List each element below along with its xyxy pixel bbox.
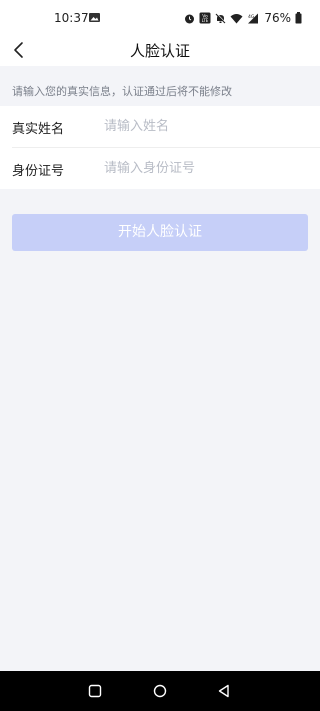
identity-form: 真实姓名 身份证号 (0, 106, 320, 189)
name-label: 真实姓名 (12, 122, 65, 137)
id-number-row: 身份证号 (0, 148, 320, 189)
square-icon[interactable] (87, 683, 103, 699)
circle-icon[interactable] (152, 683, 168, 699)
info-hint: 请输入您的真实信息，认证通过后将不能修改 (12, 85, 232, 98)
battery-percentage: 76% (264, 11, 291, 25)
battery-icon (295, 12, 302, 24)
status-icons: Vo LTE 4G 76% (184, 11, 302, 25)
system-nav-bar (0, 671, 320, 711)
signal-icon: 4G (248, 13, 259, 23)
triangle-back-icon[interactable] (216, 683, 232, 699)
page-title: 人脸认证 (129, 42, 190, 60)
id-number-input[interactable] (100, 156, 308, 180)
status-time: 10:37 (54, 11, 89, 25)
face-verification-screen: 10:37 Vo LTE 4G 76% 人脸认证 请输入您的真实信息，认证通过后… (0, 0, 320, 711)
volte-icon: Vo LTE (199, 12, 211, 24)
svg-text:LTE: LTE (202, 18, 209, 23)
start-face-verification-button[interactable]: 开始人脸认证 (12, 214, 308, 251)
app-header: 人脸认证 (0, 34, 320, 66)
mute-icon (215, 12, 227, 23)
status-bar: 10:37 Vo LTE 4G 76% (0, 0, 320, 34)
name-input[interactable] (100, 114, 308, 138)
name-row: 真实姓名 (0, 106, 320, 148)
photo-icon (89, 13, 100, 22)
alarm-icon (185, 14, 195, 23)
wifi-icon (230, 13, 243, 23)
svg-text:4G: 4G (248, 14, 255, 20)
id-number-label: 身份证号 (12, 164, 65, 179)
